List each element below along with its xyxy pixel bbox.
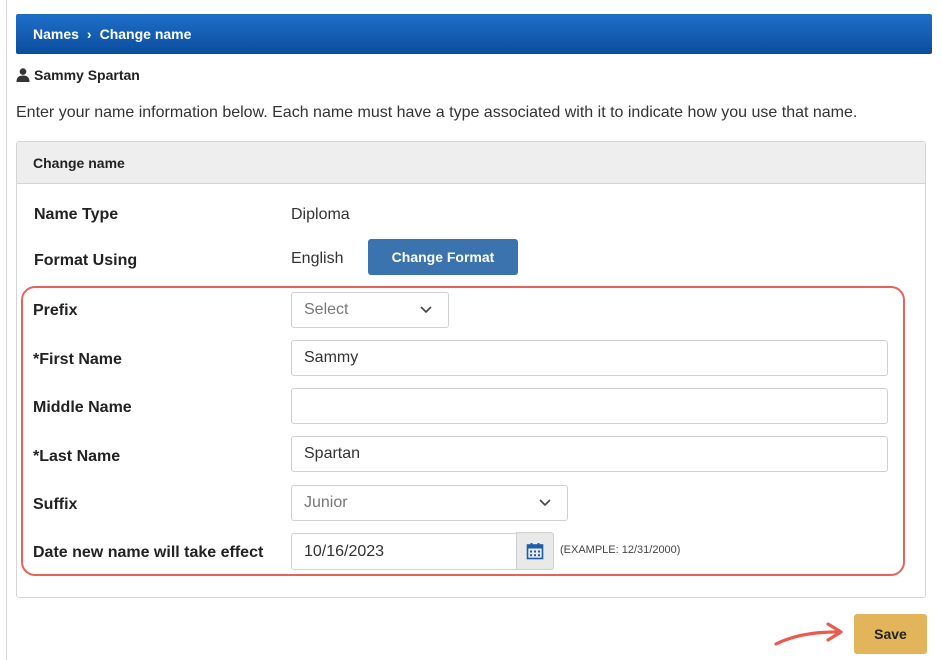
user-name: Sammy Spartan (34, 67, 140, 83)
breadcrumb-bar: Names › Change name (16, 14, 932, 54)
user-icon (16, 68, 30, 82)
format-using-label: Format Using (34, 252, 138, 269)
first-name-value: Sammy (304, 349, 359, 366)
suffix-select[interactable]: Junior (291, 485, 568, 521)
breadcrumb-current: Change name (99, 26, 192, 42)
breadcrumb: Names › Change name (33, 26, 191, 42)
date-example-hint: (EXAMPLE: 12/31/2000) (560, 544, 681, 556)
breadcrumb-separator: › (86, 26, 92, 42)
name-type-label: Name Type (34, 206, 119, 223)
prefix-select[interactable]: Select (291, 292, 449, 328)
middle-name-label: Middle Name (33, 399, 132, 416)
user-line: Sammy Spartan (16, 67, 140, 83)
suffix-label: Suffix (33, 496, 78, 513)
effective-date-value: 10/16/2023 (304, 542, 385, 560)
effective-date-input[interactable]: 10/16/2023 (291, 533, 517, 570)
effective-date-label: Date new name will take effect (33, 544, 264, 561)
chevron-down-icon (539, 499, 551, 507)
save-button[interactable]: Save (854, 614, 927, 654)
first-name-input[interactable]: Sammy (291, 340, 888, 376)
calendar-icon (526, 543, 544, 560)
prefix-select-value: Select (304, 301, 349, 318)
prefix-label: Prefix (33, 302, 78, 319)
breadcrumb-names-link[interactable]: Names (33, 26, 79, 42)
chevron-down-icon (420, 306, 432, 314)
intro-text: Enter your name information below. Each … (16, 104, 858, 121)
change-format-button[interactable]: Change Format (368, 239, 518, 275)
middle-name-input[interactable] (291, 388, 888, 424)
panel-title: Change name (17, 142, 925, 184)
last-name-value: Spartan (304, 445, 361, 462)
last-name-input[interactable]: Spartan (291, 436, 888, 472)
suffix-select-value: Junior (304, 494, 348, 511)
last-name-label: *Last Name (33, 448, 121, 465)
name-type-value: Diploma (291, 206, 350, 223)
arrow-icon (774, 622, 843, 646)
format-using-value: English (291, 250, 344, 267)
calendar-button[interactable] (516, 532, 554, 570)
left-border (6, 0, 7, 660)
first-name-label: *First Name (33, 351, 122, 368)
